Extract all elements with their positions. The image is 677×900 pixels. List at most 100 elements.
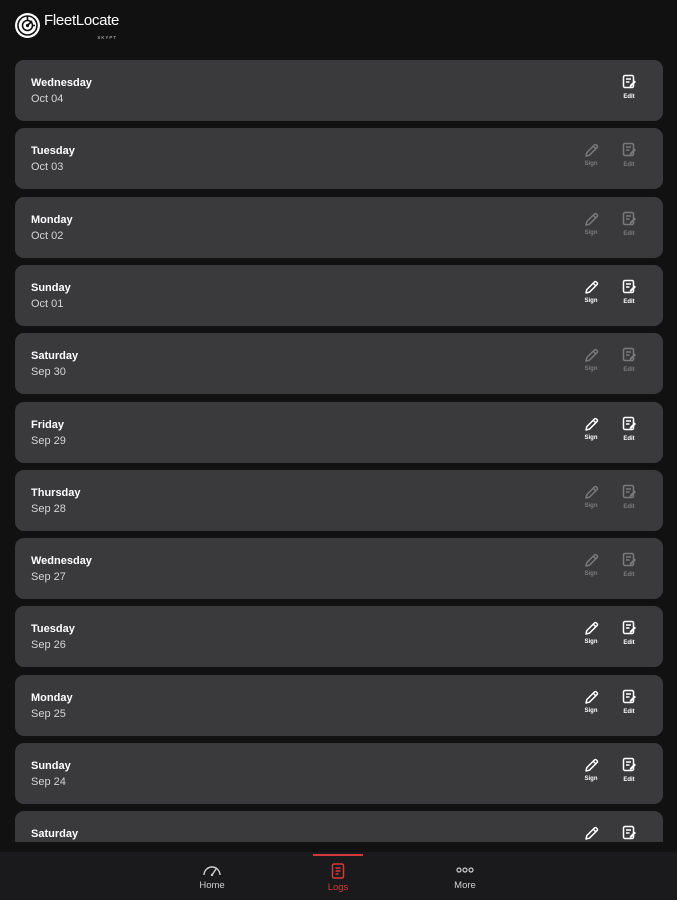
daily-log-row[interactable]: Wednesday Oct 04 Edit [15, 60, 663, 121]
log-date: Sep 30 [31, 366, 66, 378]
log-date: Sep 27 [31, 571, 66, 583]
sign-log-button[interactable]: Sign [576, 689, 606, 729]
edit-label: Edit [623, 94, 635, 100]
edit-log-button[interactable]: Edit [614, 279, 644, 319]
log-date: Sep 29 [31, 435, 66, 447]
tab-home[interactable]: Home [162, 852, 262, 900]
pencil-icon [576, 211, 606, 228]
sign-log-button[interactable]: Sign [576, 825, 606, 842]
edit-log-icon [614, 825, 644, 841]
sign-log-button: Sign [576, 347, 606, 387]
edit-log-icon [614, 757, 644, 773]
daily-log-row[interactable]: Saturday Sign Edit [15, 811, 663, 842]
log-date: Oct 01 [31, 298, 64, 310]
edit-label: Edit [623, 640, 635, 646]
sign-label: Sign [584, 571, 598, 577]
log-date: Sep 25 [31, 708, 66, 720]
daily-log-row[interactable]: Monday Oct 02 Sign Edit [15, 197, 663, 258]
log-day-name: Monday [31, 214, 73, 226]
sign-label: Sign [584, 639, 598, 645]
daily-log-row[interactable]: Saturday Sep 30 Sign Edit [15, 333, 663, 394]
speedometer-icon [162, 863, 262, 877]
daily-log-row[interactable]: Tuesday Sep 26 Sign Edit [15, 606, 663, 667]
daily-log-row[interactable]: Friday Sep 29 Sign Edit [15, 402, 663, 463]
log-date: Oct 03 [31, 161, 64, 173]
sign-log-button[interactable]: Sign [576, 620, 606, 660]
log-date: Sep 26 [31, 639, 66, 651]
more-dots-icon [415, 863, 515, 877]
log-day-name: Saturday [31, 828, 79, 840]
edit-label: Edit [623, 572, 635, 578]
sign-label: Sign [584, 503, 598, 509]
sign-log-button[interactable]: Sign [576, 279, 606, 319]
log-day-name: Monday [31, 692, 73, 704]
edit-log-button[interactable]: Edit [614, 620, 644, 660]
sign-log-button: Sign [576, 484, 606, 524]
pencil-icon [576, 552, 606, 569]
pencil-icon [576, 689, 606, 706]
log-day-name: Saturday [31, 350, 79, 362]
edit-log-button[interactable]: Edit [614, 416, 644, 456]
edit-log-icon [614, 347, 644, 363]
fleetlocate-logo: FleetLocate SKYPT [15, 12, 119, 40]
edit-log-icon [614, 484, 644, 500]
daily-log-row[interactable]: Thursday Sep 28 Sign Edit [15, 470, 663, 531]
edit-label: Edit [623, 162, 635, 168]
log-day-name: Tuesday [31, 145, 75, 157]
sign-log-button: Sign [576, 142, 606, 182]
log-day-name: Tuesday [31, 623, 75, 635]
logo-wordmark: FleetLocate SKYPT [44, 12, 119, 40]
edit-log-button[interactable]: Edit [614, 757, 644, 797]
daily-log-row[interactable]: Wednesday Sep 27 Sign Edit [15, 538, 663, 599]
pencil-icon [576, 825, 606, 842]
edit-log-button: Edit [614, 142, 644, 182]
tab-label: Logs [327, 882, 349, 893]
edit-log-icon [614, 689, 644, 705]
active-tab-indicator [313, 854, 363, 856]
sign-label: Sign [584, 298, 598, 304]
log-day-name: Friday [31, 419, 65, 431]
log-day-name: Wednesday [31, 77, 92, 89]
edit-label: Edit [623, 436, 635, 442]
logbook-icon [288, 863, 388, 879]
edit-log-button[interactable]: Edit [614, 825, 644, 842]
daily-log-row[interactable]: Tuesday Oct 03 Sign Edit [15, 128, 663, 189]
edit-log-button: Edit [614, 347, 644, 387]
sign-label: Sign [584, 776, 598, 782]
log-day-name: Thursday [31, 487, 81, 499]
sign-log-button: Sign [576, 211, 606, 251]
tab-more[interactable]: More [415, 852, 515, 900]
log-date: Sep 24 [31, 776, 66, 788]
logo-emblem-icon [15, 13, 40, 38]
pencil-icon [576, 620, 606, 637]
daily-log-row[interactable]: Sunday Sep 24 Sign Edit [15, 743, 663, 804]
pencil-icon [576, 347, 606, 364]
edit-label: Edit [623, 231, 635, 237]
log-day-name: Wednesday [31, 555, 92, 567]
edit-label: Edit [623, 709, 635, 715]
pencil-icon [576, 142, 606, 159]
daily-log-row[interactable]: Monday Sep 25 Sign Edit [15, 675, 663, 736]
tab-label: Home [199, 880, 225, 891]
edit-log-icon [614, 211, 644, 227]
daily-log-list[interactable]: Wednesday Oct 04 Edit Tuesday Oct 03 Sign Edit… [15, 60, 663, 842]
tab-logs[interactable]: Logs [288, 852, 388, 900]
edit-log-button: Edit [614, 484, 644, 524]
sign-label: Sign [584, 708, 598, 714]
bottom-tab-bar: Home Logs More [0, 852, 677, 900]
edit-log-button[interactable]: Edit [614, 689, 644, 729]
app-header: FleetLocate SKYPT [0, 0, 677, 52]
sign-label: Sign [584, 366, 598, 372]
sign-log-button[interactable]: Sign [576, 757, 606, 797]
daily-log-row[interactable]: Sunday Oct 01 Sign Edit [15, 265, 663, 326]
pencil-icon [576, 484, 606, 501]
edit-log-button: Edit [614, 552, 644, 592]
edit-label: Edit [623, 504, 635, 510]
tab-label: More [454, 880, 476, 891]
edit-log-icon [614, 279, 644, 295]
sign-log-button[interactable]: Sign [576, 416, 606, 456]
sign-label: Sign [584, 230, 598, 236]
edit-log-button[interactable]: Edit [614, 74, 644, 114]
log-date: Oct 02 [31, 230, 64, 242]
edit-label: Edit [623, 777, 635, 783]
